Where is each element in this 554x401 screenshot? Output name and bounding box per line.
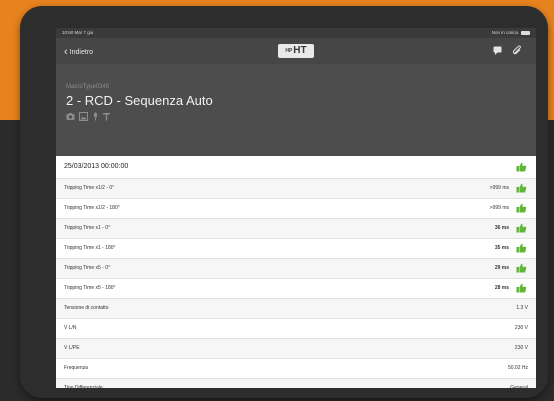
result-label: V L/PE xyxy=(64,345,80,351)
result-label: Tripping Time x1/2 - 180° xyxy=(64,205,120,211)
result-value: >999 ms xyxy=(489,185,509,191)
result-row[interactable]: Tripping Time x1/2 - 180° >999 ms xyxy=(56,198,536,218)
comment-icon[interactable] xyxy=(492,45,503,56)
status-time: 10:60 Mar 7 giu xyxy=(62,30,94,35)
result-value: 230 V xyxy=(514,325,528,331)
battery-icon xyxy=(521,31,530,35)
result-label: Tripping Time x1/2 - 0° xyxy=(64,185,115,191)
result-row[interactable]: V L/N 230 V xyxy=(56,318,536,338)
result-label: Tripping Time x5 - 180° xyxy=(64,285,116,291)
result-label: Tripping Time x1 - 0° xyxy=(64,225,110,231)
image-icon[interactable] xyxy=(79,112,88,121)
text-icon[interactable] xyxy=(102,112,111,121)
status-charging: Non in carica xyxy=(491,30,518,35)
result-value: 36 ms xyxy=(494,225,509,231)
result-row[interactable]: Tipo Differenziale General xyxy=(56,378,536,388)
result-value: 1.3 V xyxy=(516,305,528,311)
result-row[interactable]: Tensione di contatto 1.3 V xyxy=(56,298,536,318)
result-row[interactable]: V L/PE 230 V xyxy=(56,338,536,358)
result-row[interactable]: Tripping Time x5 - 0° 29 ms xyxy=(56,258,536,278)
attachment-icon[interactable] xyxy=(512,45,523,56)
status-bar: 10:60 Mar 7 giu Non in carica xyxy=(56,28,536,38)
result-value: 50.02 Hz xyxy=(507,365,528,371)
result-row[interactable]: Tripping Time x1 - 0° 36 ms xyxy=(56,218,536,238)
result-label: Tripping Time x1 - 180° xyxy=(64,245,116,251)
result-row[interactable]: Tripping Time x5 - 180° 28 ms xyxy=(56,278,536,298)
test-date: 25/03/2013 00:00:00 xyxy=(64,163,129,170)
app-screen: 10:60 Mar 7 giu Non in carica ‹ Indietro … xyxy=(56,28,536,388)
thumbs-up-icon xyxy=(516,203,527,213)
result-value: 35 ms xyxy=(494,245,509,251)
ht-logo: HPHT xyxy=(278,44,314,58)
macro-subtitle: MacroType0345 xyxy=(66,84,110,90)
result-row[interactable]: Frequenza 50.02 Hz xyxy=(56,358,536,378)
thumbs-up-icon xyxy=(516,183,527,193)
result-label: V L/N xyxy=(64,325,77,331)
date-bar: 25/03/2013 00:00:00 xyxy=(56,156,536,178)
back-label: Indietro xyxy=(69,49,94,56)
result-label: Tensione di contatto xyxy=(64,305,109,311)
thumbs-up-icon xyxy=(516,243,527,253)
back-button[interactable]: ‹ Indietro xyxy=(64,45,94,58)
result-value: >999 ms xyxy=(489,205,509,211)
result-label: Frequenza xyxy=(64,365,88,371)
page-header: MacroType0345 2 - RCD - Sequenza Auto xyxy=(56,64,536,156)
thumbs-up-icon xyxy=(516,162,527,172)
result-label: Tipo Differenziale xyxy=(64,385,103,388)
result-row[interactable]: Tripping Time x1/2 - 0° >999 ms xyxy=(56,178,536,198)
thumbs-up-icon xyxy=(516,223,527,233)
result-row[interactable]: Tripping Time x1 - 180° 35 ms xyxy=(56,238,536,258)
thumbs-up-icon xyxy=(516,263,527,273)
results-list: Tripping Time x1/2 - 0° >999 ms Tripping T… xyxy=(56,178,536,388)
result-value: 28 ms xyxy=(494,285,509,291)
thumbs-up-icon xyxy=(516,283,527,293)
microphone-icon[interactable] xyxy=(91,112,100,121)
page-title: 2 - RCD - Sequenza Auto xyxy=(66,93,213,108)
result-value: General xyxy=(510,385,528,388)
camera-icon[interactable] xyxy=(66,112,75,121)
chevron-left-icon: ‹ xyxy=(64,46,68,58)
result-label: Tripping Time x5 - 0° xyxy=(64,265,110,271)
result-value: 230 V xyxy=(514,345,528,351)
result-value: 29 ms xyxy=(494,265,509,271)
navigation-bar: ‹ Indietro HPHT xyxy=(56,38,536,64)
